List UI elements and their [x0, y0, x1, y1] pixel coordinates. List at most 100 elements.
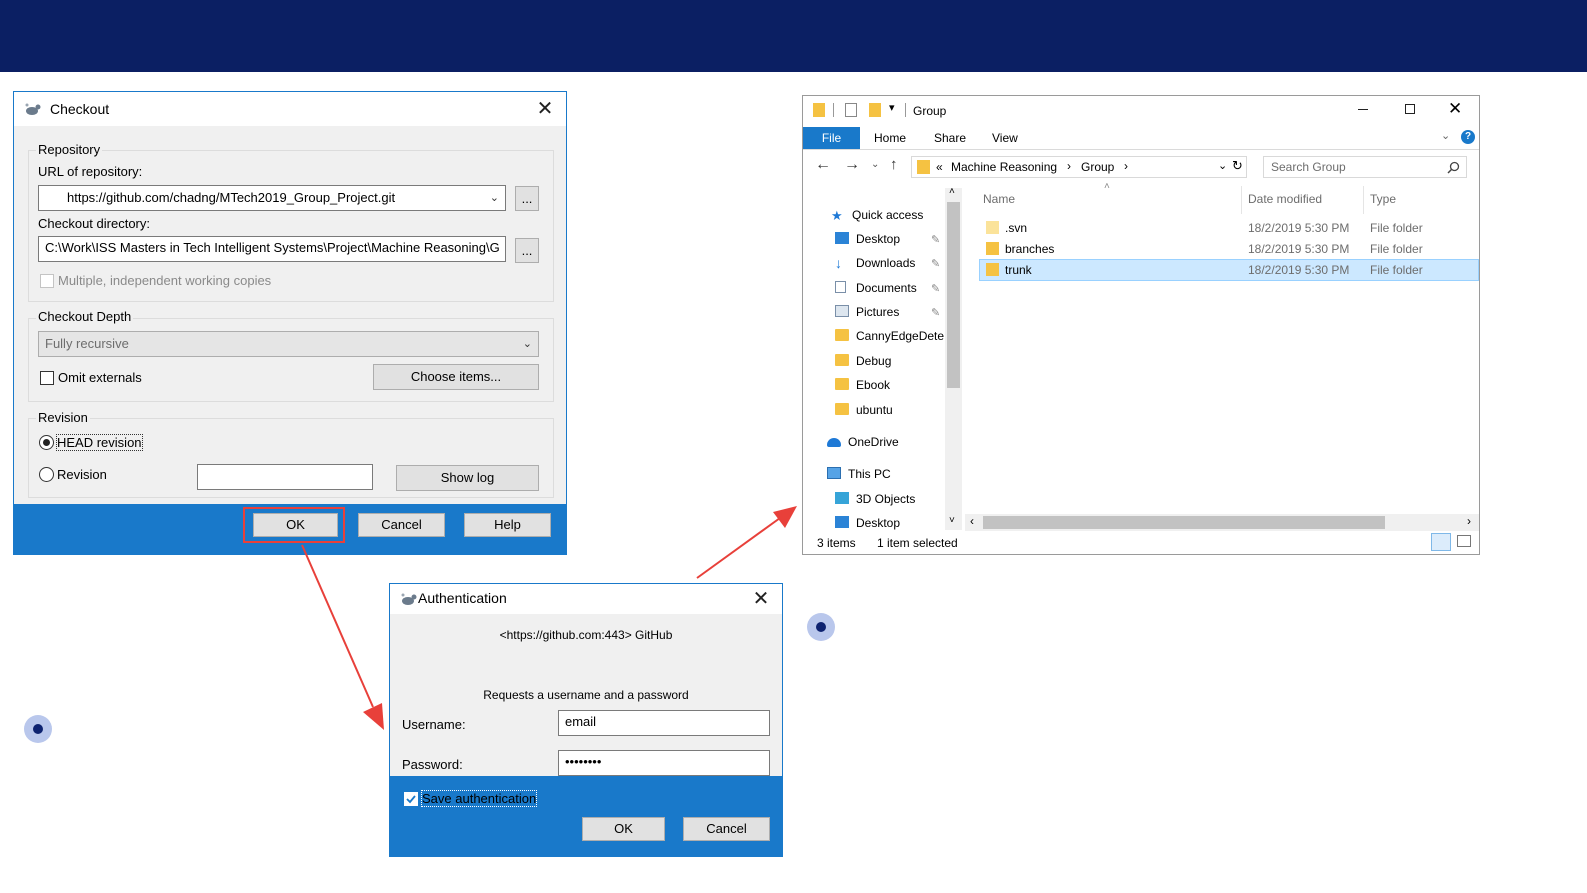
username-input[interactable]: email: [558, 710, 770, 736]
back-arrow-icon[interactable]: ←: [815, 156, 831, 174]
browse-dir-button[interactable]: ...: [515, 238, 539, 263]
tab-file[interactable]: File: [803, 127, 860, 149]
address-dropdown-icon[interactable]: ⌄: [1218, 159, 1227, 172]
show-log-button[interactable]: Show log: [396, 465, 539, 491]
properties-icon[interactable]: [845, 103, 857, 117]
cube-icon: [835, 492, 849, 504]
pin-icon[interactable]: ✎: [931, 233, 940, 246]
nav-3d-objects[interactable]: 3D Objects: [835, 488, 915, 510]
close-icon[interactable]: ✕: [750, 588, 772, 610]
column-type[interactable]: Type: [1370, 192, 1396, 206]
breadcrumb-group[interactable]: Group: [1081, 160, 1114, 174]
nav-scroll-thumb[interactable]: [947, 202, 960, 388]
recent-locations-icon[interactable]: ⌄: [871, 159, 879, 170]
refresh-icon[interactable]: ↻: [1232, 158, 1243, 174]
checkout-cancel-button[interactable]: Cancel: [358, 513, 445, 537]
search-icon[interactable]: [1447, 161, 1460, 174]
tab-home[interactable]: Home: [874, 127, 906, 149]
checkout-help-button[interactable]: Help: [464, 513, 551, 537]
nav-documents[interactable]: Documents: [835, 277, 917, 299]
ribbon-expand-icon[interactable]: ⌄: [1441, 129, 1450, 142]
file-row[interactable]: .svn 18/2/2019 5:30 PM File folder: [979, 217, 1479, 239]
pin-icon[interactable]: ✎: [931, 257, 940, 270]
scroll-down-icon[interactable]: ˅: [949, 515, 955, 526]
revision-input[interactable]: [197, 464, 373, 490]
arrow-auth-to-explorer: [696, 517, 781, 579]
revision-radio[interactable]: [39, 467, 54, 482]
maximize-icon[interactable]: [1405, 104, 1415, 114]
tab-view[interactable]: View: [992, 127, 1018, 149]
nav-quick-access[interactable]: ★ Quick access: [831, 204, 923, 226]
chevron-down-icon[interactable]: ⌄: [490, 186, 499, 210]
nav-pictures[interactable]: Pictures: [835, 301, 899, 323]
url-combobox[interactable]: https://github.com/chadng/MTech2019_Grou…: [38, 185, 506, 211]
auth-request-text: Requests a username and a password: [483, 688, 689, 702]
column-name[interactable]: Name: [983, 192, 1015, 206]
customize-dropdown-icon[interactable]: ▾: [889, 101, 895, 114]
pin-icon[interactable]: ✎: [931, 306, 940, 319]
new-folder-icon[interactable]: [869, 103, 881, 117]
nav-folder-debug[interactable]: Debug: [835, 350, 891, 372]
scroll-right-icon[interactable]: ›: [1467, 514, 1471, 528]
horizontal-scrollbar[interactable]: ‹ ›: [965, 514, 1479, 531]
checkout-dir-input[interactable]: C:\Work\ISS Masters in Tech Intelligent …: [38, 236, 506, 262]
explorer-quick-toolbar: ▾: [813, 101, 913, 119]
details-view-icon[interactable]: [1431, 533, 1451, 551]
nav-desktop-pc[interactable]: Desktop: [835, 512, 900, 534]
close-icon[interactable]: ✕: [534, 98, 556, 120]
breadcrumb-machine-reasoning[interactable]: Machine Reasoning: [951, 160, 1057, 174]
column-date-modified[interactable]: Date modified: [1248, 192, 1322, 206]
horizontal-scroll-thumb[interactable]: [983, 516, 1385, 529]
nav-folder-ubuntu[interactable]: ubuntu: [835, 399, 893, 421]
multiple-working-copies-checkbox[interactable]: [40, 274, 54, 288]
address-bar[interactable]: « Machine Reasoning › Group › ⌄ ↻: [911, 156, 1247, 178]
scroll-left-icon[interactable]: ‹: [970, 514, 974, 528]
checkout-dir-label: Checkout directory:: [38, 216, 150, 231]
bullet-point: [807, 613, 835, 641]
separator: [905, 103, 906, 117]
up-arrow-icon[interactable]: ↑: [890, 156, 898, 173]
nav-downloads[interactable]: ↓ Downloads: [835, 252, 915, 274]
checkout-ok-button[interactable]: OK: [253, 513, 338, 537]
checkout-depth-select[interactable]: Fully recursive ⌄: [38, 331, 539, 357]
password-input[interactable]: ••••••••: [558, 750, 770, 776]
large-icons-view-icon[interactable]: [1457, 535, 1471, 547]
chevron-down-icon[interactable]: ⌄: [523, 332, 532, 356]
omit-externals-checkbox[interactable]: [40, 371, 54, 385]
tab-share[interactable]: Share: [934, 127, 966, 149]
close-icon[interactable]: ✕: [1448, 99, 1462, 119]
cloud-icon: [827, 438, 841, 447]
nav-scrollbar[interactable]: ˄ ˅: [945, 186, 962, 530]
choose-items-button[interactable]: Choose items...: [373, 364, 539, 390]
separator: [833, 103, 834, 117]
folder-icon: [986, 242, 999, 255]
file-row[interactable]: branches 18/2/2019 5:30 PM File folder: [979, 238, 1479, 260]
auth-titlebar: Authentication ✕: [390, 584, 782, 614]
pin-icon[interactable]: ✎: [931, 282, 940, 295]
authentication-dialog: Authentication ✕ <https://github.com:443…: [389, 583, 783, 857]
auth-cancel-button[interactable]: Cancel: [683, 817, 770, 841]
nav-this-pc[interactable]: This PC: [827, 463, 891, 485]
breadcrumb-overflow[interactable]: «: [936, 160, 943, 174]
nav-onedrive[interactable]: OneDrive: [827, 431, 899, 453]
folder-icon: [835, 378, 849, 390]
file-row-selected[interactable]: trunk 18/2/2019 5:30 PM File folder: [979, 259, 1479, 281]
column-divider[interactable]: [1241, 186, 1242, 214]
nav-folder-ebook[interactable]: Ebook: [835, 374, 890, 396]
status-selected-count: 1 item selected: [877, 536, 958, 550]
search-placeholder: Search Group: [1271, 160, 1346, 174]
search-box[interactable]: Search Group: [1263, 156, 1467, 178]
save-auth-checkbox[interactable]: [404, 792, 418, 806]
arrowhead-icon: [773, 506, 797, 528]
forward-arrow-icon[interactable]: →: [844, 156, 860, 174]
browse-url-button[interactable]: ...: [515, 186, 539, 211]
nav-folder-cannyedge[interactable]: CannyEdgeDete: [835, 325, 947, 347]
auth-ok-button[interactable]: OK: [582, 817, 665, 841]
explorer-window: ▾ Group ✕ File Home Share View ⌄ ? ← → ⌄…: [802, 95, 1480, 555]
scroll-up-icon[interactable]: ˄: [949, 186, 955, 197]
help-icon[interactable]: ?: [1461, 130, 1475, 144]
head-revision-radio[interactable]: [39, 435, 54, 450]
nav-desktop[interactable]: Desktop: [835, 228, 900, 250]
minimize-icon[interactable]: [1358, 109, 1368, 110]
column-divider[interactable]: [1363, 186, 1364, 214]
